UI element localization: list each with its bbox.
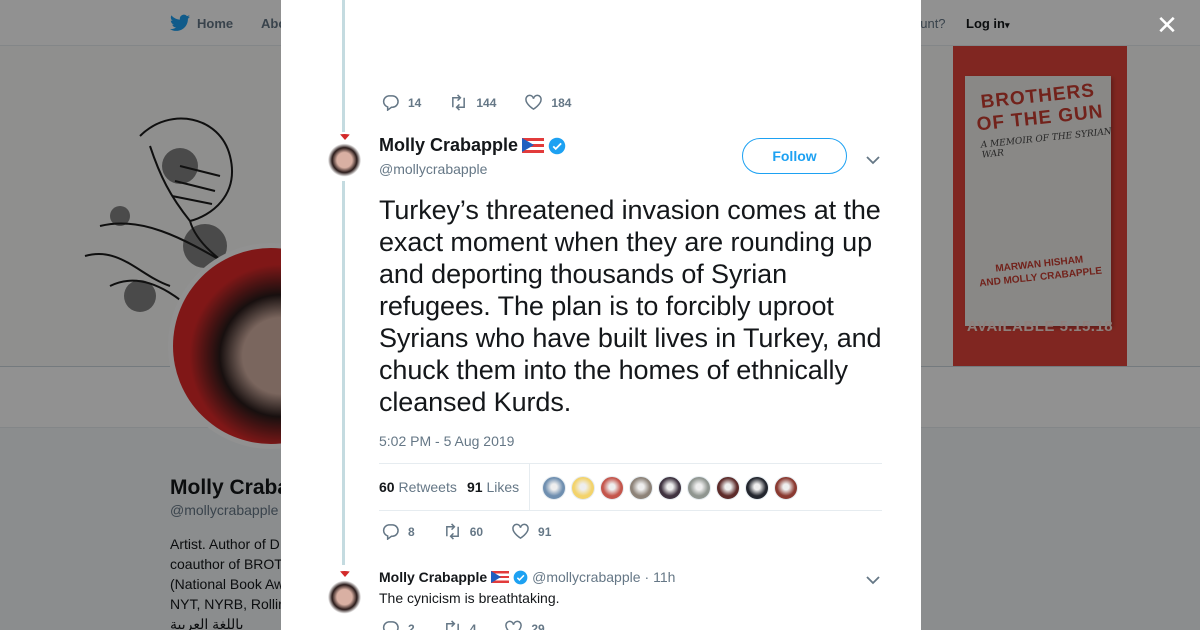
liker-avatars bbox=[542, 476, 798, 500]
liker-avatar[interactable] bbox=[658, 476, 682, 500]
stats-divider bbox=[529, 464, 530, 511]
chevron-down-icon bbox=[866, 576, 880, 585]
reply-menu-button[interactable] bbox=[866, 572, 880, 585]
tweet-actions: 8 60 91 bbox=[381, 523, 579, 540]
reply-time: · 11h bbox=[644, 569, 676, 585]
reply-icon bbox=[382, 621, 399, 630]
liker-avatar[interactable] bbox=[571, 476, 595, 500]
reply-header[interactable]: Molly Crabapple @mollycrabapple · 11h bbox=[379, 569, 675, 585]
likes-stat-count: 91 bbox=[467, 479, 483, 495]
like-button[interactable]: 184 bbox=[524, 94, 571, 111]
retweet-button[interactable]: 144 bbox=[449, 94, 496, 111]
retweet-icon bbox=[445, 523, 459, 540]
liker-avatar[interactable] bbox=[774, 476, 798, 500]
tweet-menu-button[interactable] bbox=[866, 152, 880, 165]
prev-tweet-actions: 14 144 184 bbox=[381, 94, 599, 111]
retweet-count: 4 bbox=[469, 621, 477, 630]
retweet-icon bbox=[452, 94, 466, 111]
puerto-rico-flag-icon bbox=[522, 138, 545, 153]
reply-icon bbox=[382, 524, 399, 540]
liker-avatar[interactable] bbox=[629, 476, 653, 500]
puerto-rico-flag-icon bbox=[491, 571, 510, 583]
retweets-stat[interactable]: 60 Retweets bbox=[379, 479, 457, 495]
likes-stat-label: Likes bbox=[486, 479, 520, 495]
liker-avatar[interactable] bbox=[745, 476, 769, 500]
reply-count: 2 bbox=[408, 621, 415, 630]
verified-badge-icon bbox=[513, 570, 528, 584]
reply-button[interactable]: 2 bbox=[381, 620, 415, 630]
like-count: 184 bbox=[551, 95, 572, 110]
like-button[interactable]: 91 bbox=[511, 523, 551, 540]
reply-count: 14 bbox=[408, 95, 422, 110]
reply-button[interactable]: 14 bbox=[381, 94, 421, 111]
reply-author-name: Molly Crabapple bbox=[379, 569, 488, 585]
liker-avatar[interactable] bbox=[687, 476, 711, 500]
retweets-stat-count: 60 bbox=[379, 479, 395, 495]
reply-text: The cynicism is breathtaking. bbox=[379, 590, 560, 606]
author-avatar[interactable] bbox=[320, 132, 369, 181]
liker-avatar[interactable] bbox=[600, 476, 624, 500]
tweet-timestamp[interactable]: 5:02 PM - 5 Aug 2019 bbox=[379, 433, 514, 449]
reply-author-handle: @mollycrabapple bbox=[532, 569, 641, 585]
retweet-count: 60 bbox=[469, 524, 484, 539]
chevron-down-icon bbox=[866, 156, 880, 165]
author-name-row[interactable]: Molly Crabapple bbox=[379, 135, 566, 156]
like-button[interactable]: 29 bbox=[504, 620, 545, 630]
close-icon[interactable]: ✕ bbox=[1152, 10, 1182, 40]
follow-button[interactable]: Follow bbox=[742, 138, 847, 174]
reply-icon bbox=[382, 95, 399, 111]
liker-avatar[interactable] bbox=[716, 476, 740, 500]
tweet-modal: 14 144 184 Molly Crabapple @mollycrabapp… bbox=[281, 0, 921, 630]
heart-icon bbox=[505, 620, 523, 630]
heart-icon bbox=[512, 523, 529, 540]
avatar-bow bbox=[338, 571, 352, 577]
avatar-bow bbox=[338, 134, 352, 140]
like-count: 91 bbox=[538, 524, 552, 539]
author-handle[interactable]: @mollycrabapple bbox=[379, 161, 487, 177]
tweet-stats: 60 Retweets 91 Likes bbox=[379, 463, 882, 511]
author-name: Molly Crabapple bbox=[379, 135, 519, 155]
reply-count: 8 bbox=[408, 524, 415, 539]
reply-author-avatar[interactable] bbox=[320, 569, 369, 618]
verified-badge-icon bbox=[548, 137, 566, 154]
liker-avatar[interactable] bbox=[542, 476, 566, 500]
like-count: 29 bbox=[531, 621, 545, 630]
reply-actions: 2 4 29 bbox=[381, 620, 573, 630]
retweet-count: 144 bbox=[476, 95, 497, 110]
retweet-button[interactable]: 4 bbox=[443, 620, 477, 630]
retweet-button[interactable]: 60 bbox=[443, 523, 483, 540]
likes-stat[interactable]: 91 Likes bbox=[467, 479, 519, 495]
tweet-text: Turkey’s threatened invasion comes at th… bbox=[379, 195, 882, 417]
reply-button[interactable]: 8 bbox=[381, 523, 415, 540]
retweets-stat-label: Retweets bbox=[398, 479, 457, 495]
heart-icon bbox=[525, 94, 543, 111]
thread-connector-line bbox=[342, 0, 345, 565]
retweet-icon bbox=[445, 620, 459, 630]
